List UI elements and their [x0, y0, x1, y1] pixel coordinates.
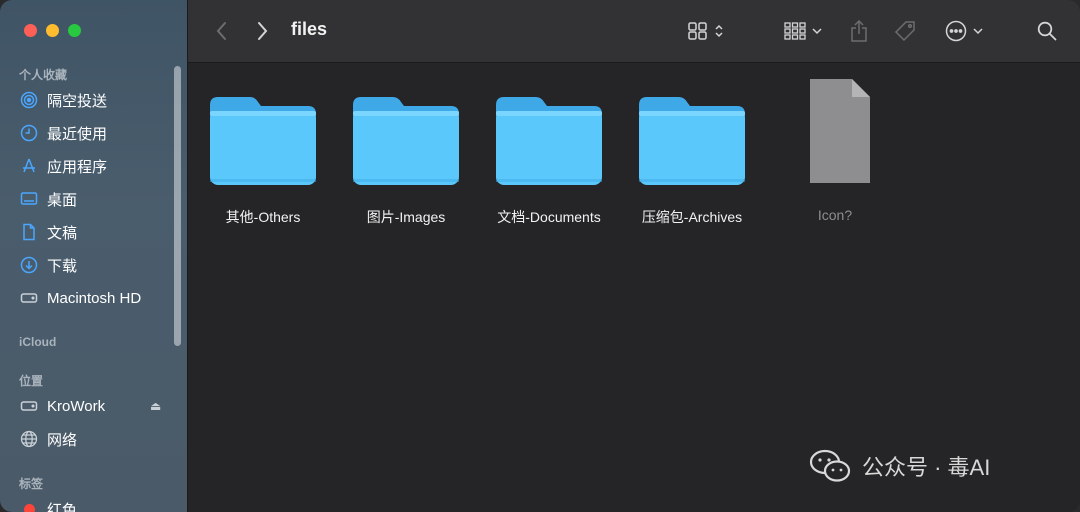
folder-icon	[353, 97, 459, 185]
share-button[interactable]	[848, 17, 870, 45]
folder-icon	[496, 97, 602, 185]
wechat-icon	[809, 449, 851, 482]
file-name: 压缩包-Archives	[641, 209, 743, 225]
red-tag-icon	[24, 503, 35, 512]
file-item[interactable]: 文档-Documents	[479, 95, 619, 227]
sidebar-item-applications[interactable]: 应用程序	[19, 153, 179, 179]
chevron-down-icon	[973, 28, 983, 35]
group-grid-icon	[784, 22, 806, 40]
watermark-text: 公众号 · 毒AI	[862, 455, 991, 480]
file-name: 图片-Images	[366, 209, 446, 225]
sidebar-item-macintosh-hd[interactable]: Macintosh HD	[19, 285, 179, 311]
tag-button[interactable]	[892, 17, 918, 45]
icon-view-icon	[688, 22, 707, 40]
file-browser: 其他-Others 图片-Images 文档-Documents 压缩包-Arc…	[188, 63, 1080, 512]
file-name: 其他-Others	[225, 209, 301, 225]
chevron-right-icon	[258, 22, 268, 40]
search-button[interactable]	[1036, 17, 1058, 45]
sidebar-item-network[interactable]: 网络	[19, 426, 179, 452]
document-icon	[19, 222, 39, 242]
ellipsis-circle-icon	[945, 20, 967, 42]
tag-icon	[894, 21, 915, 42]
share-icon	[851, 20, 867, 42]
sidebar-item-label: 应用程序	[47, 158, 108, 176]
disk-icon	[19, 288, 39, 308]
favorites-header: 个人收藏	[19, 68, 68, 82]
sidebar-item-label: Macintosh HD	[47, 289, 142, 307]
generic-file-icon	[810, 79, 870, 183]
file-item[interactable]: Icon?	[765, 79, 905, 223]
sidebar-item-label: 网络	[47, 431, 78, 449]
chevron-down-icon	[812, 28, 822, 35]
sidebar-item-label: 桌面	[47, 191, 78, 209]
chevron-left-icon	[216, 22, 226, 40]
file-item[interactable]: 压缩包-Archives	[622, 95, 762, 227]
sidebar-item-airdrop[interactable]: 隔空投送	[19, 87, 179, 113]
desktop-icon	[19, 189, 39, 209]
up-down-chevron-icon	[715, 24, 723, 38]
file-item[interactable]: 其他-Others	[193, 95, 333, 227]
close-button[interactable]	[24, 24, 37, 37]
sidebar-item-label: 文稿	[47, 224, 78, 242]
sidebar-item-documents[interactable]: 文稿	[19, 219, 179, 245]
view-mode-button[interactable]	[684, 17, 728, 45]
toolbar: files	[188, 0, 1080, 63]
network-icon	[19, 429, 39, 449]
clock-icon	[19, 123, 39, 143]
sidebar-scrollbar[interactable]	[174, 66, 181, 346]
finder-window: 个人收藏 隔空投送 最近使用 应用程序 桌面 文稿 下载 Macintosh H…	[0, 0, 1080, 512]
watermark: 公众号 · 毒AI	[808, 448, 990, 484]
drive-icon	[19, 396, 39, 416]
window-title: files	[291, 19, 328, 39]
folder-icon	[210, 97, 316, 185]
sidebar-item-label: 最近使用	[47, 125, 108, 143]
sidebar-item-recents[interactable]: 最近使用	[19, 120, 179, 146]
more-actions-button[interactable]	[942, 17, 986, 45]
eject-icon[interactable]: ⏏	[150, 399, 161, 413]
folder-icon	[639, 97, 745, 185]
download-icon	[19, 255, 39, 275]
group-button[interactable]	[780, 17, 826, 45]
sidebar-item-downloads[interactable]: 下载	[19, 252, 179, 278]
locations-header: 位置	[19, 374, 44, 388]
icloud-header: iCloud	[19, 335, 57, 349]
sidebar-item-label: 隔空投送	[47, 92, 108, 110]
file-name: 文档-Documents	[497, 209, 601, 225]
sidebar-item-label: KroWork	[47, 397, 106, 415]
window-controls	[24, 24, 81, 37]
sidebar-item-tag-red[interactable]: 红色	[19, 496, 179, 512]
sidebar-item-label: 红色	[47, 501, 78, 512]
applications-icon	[19, 156, 39, 176]
sidebar-item-desktop[interactable]: 桌面	[19, 186, 179, 212]
tags-header: 标签	[19, 477, 44, 491]
search-icon	[1037, 21, 1057, 41]
minimize-button[interactable]	[46, 24, 59, 37]
zoom-button[interactable]	[68, 24, 81, 37]
file-item[interactable]: 图片-Images	[336, 95, 476, 227]
forward-button[interactable]	[252, 17, 272, 45]
file-name: Icon?	[817, 207, 853, 223]
sidebar-item-label: 下载	[47, 257, 78, 275]
sidebar-item-krowork[interactable]: KroWork ⏏	[19, 393, 179, 419]
back-button[interactable]	[212, 17, 232, 45]
sidebar: 个人收藏 隔空投送 最近使用 应用程序 桌面 文稿 下载 Macintosh H…	[0, 0, 188, 512]
airdrop-icon	[19, 90, 39, 110]
